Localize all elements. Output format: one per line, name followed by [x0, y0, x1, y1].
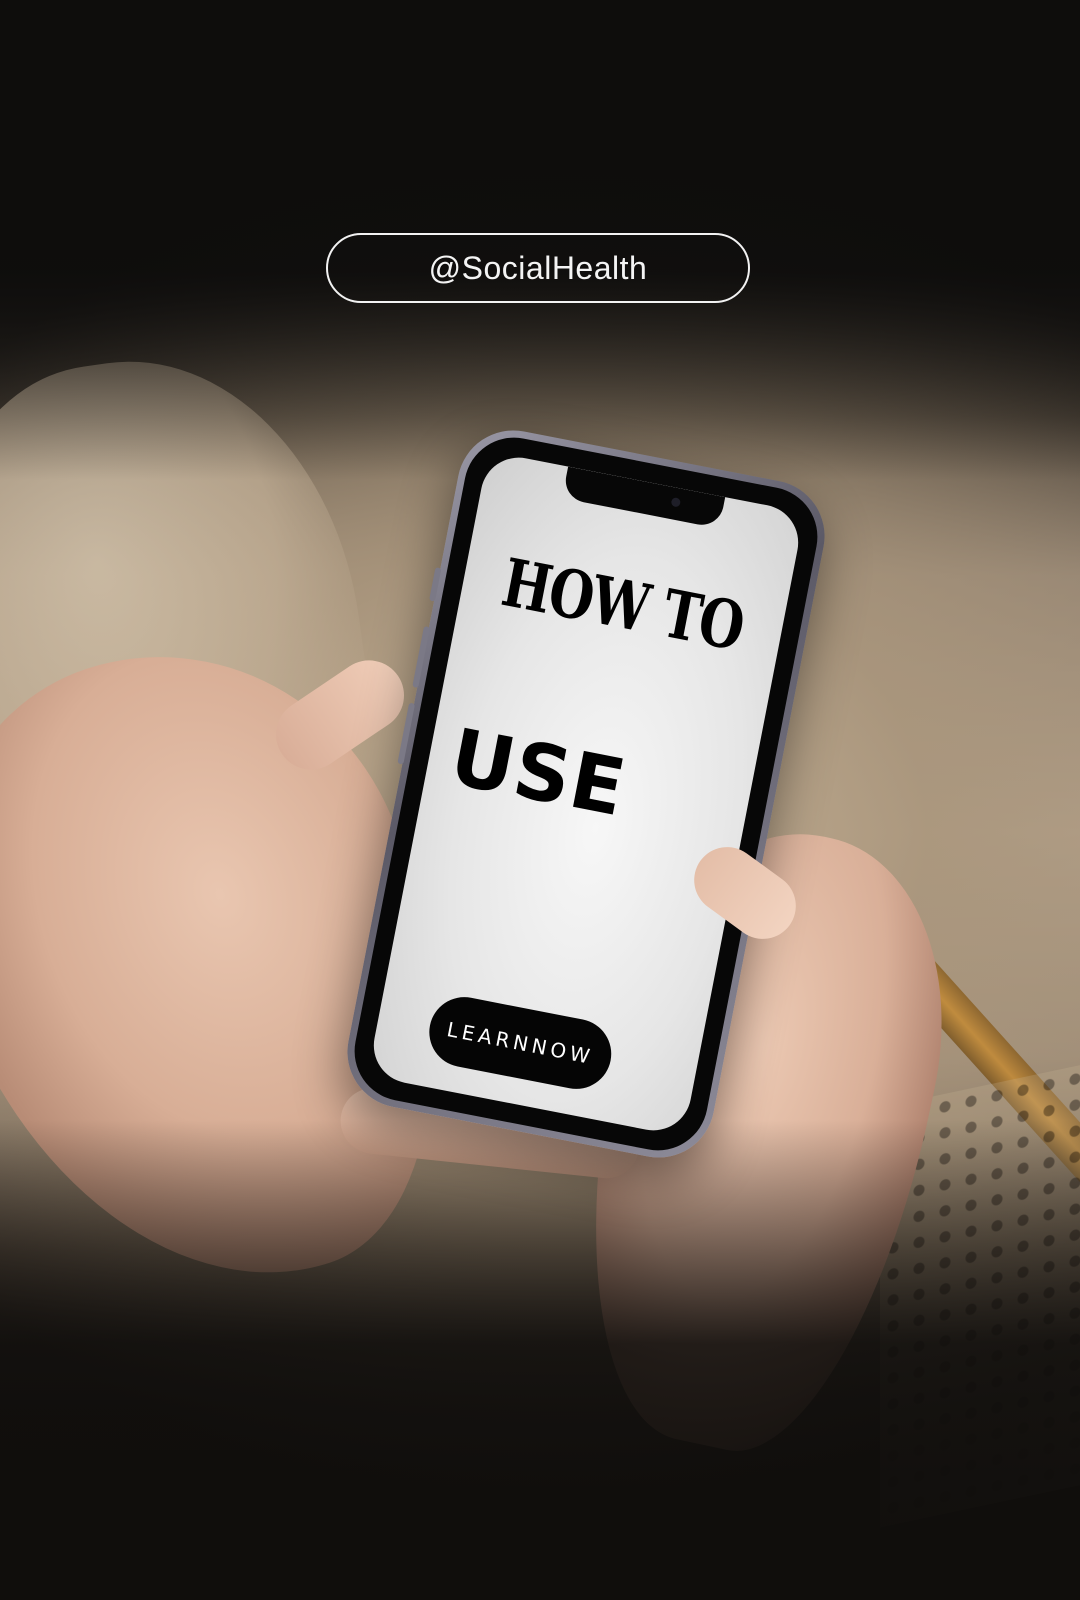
learn-now-label: LEARNNOW: [444, 1017, 596, 1070]
camera-icon: [670, 497, 682, 508]
screen-title-line1: HOW TO: [496, 543, 750, 667]
learn-now-button[interactable]: LEARNNOW: [423, 991, 618, 1095]
phone-notch-icon: [562, 466, 726, 529]
social-handle-pill[interactable]: @SocialHealth: [326, 233, 750, 303]
screen-title-line2: USE: [443, 712, 633, 835]
social-handle-text: @SocialHealth: [428, 249, 648, 286]
